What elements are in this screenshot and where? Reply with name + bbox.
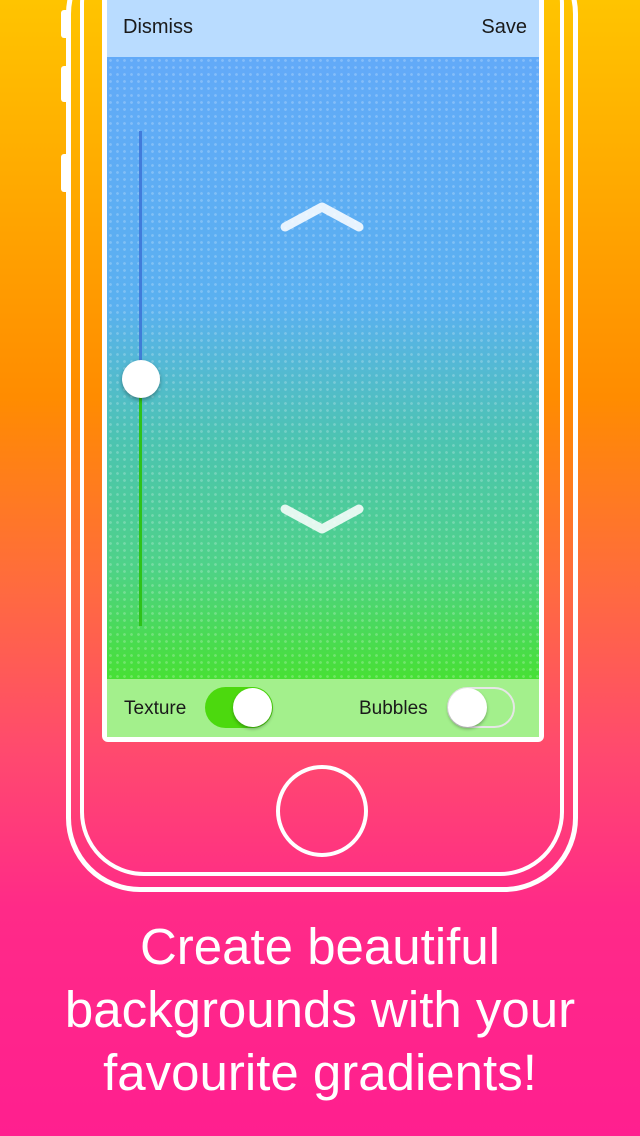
bottom-controls-bar: Texture Bubbles (107, 679, 539, 737)
tagline-line-1: Create beautiful (139, 918, 501, 975)
gradient-preview (107, 57, 539, 679)
top-bar: Dismiss Save (107, 0, 539, 57)
chevron-down-icon[interactable] (277, 499, 367, 539)
gradient-position-slider-thumb[interactable] (122, 360, 160, 398)
slider-track-lower[interactable] (139, 381, 142, 626)
save-button[interactable]: Save (481, 16, 527, 39)
dismiss-button[interactable]: Dismiss (123, 16, 193, 39)
tagline-line-2: backgrounds with your (64, 981, 576, 1038)
marketing-tagline: Create beautiful backgrounds with your f… (0, 915, 640, 1104)
texture-label: Texture (124, 698, 187, 719)
texture-toggle[interactable] (205, 687, 273, 728)
phone-screen: Dismiss Save Texture Bubbles (102, 0, 544, 742)
bubbles-toggle[interactable] (447, 687, 515, 728)
slider-track-upper[interactable] (139, 131, 142, 381)
chevron-up-icon[interactable] (277, 197, 367, 237)
home-button[interactable] (276, 765, 368, 857)
texture-toggle-knob (233, 688, 272, 727)
texture-overlay (107, 57, 539, 679)
app-store-screenshot: Dismiss Save Texture Bubbles Create beau… (0, 0, 640, 1136)
bubbles-toggle-knob (448, 688, 487, 727)
bubbles-label: Bubbles (359, 698, 428, 719)
tagline-line-3: favourite gradients! (103, 1044, 537, 1101)
